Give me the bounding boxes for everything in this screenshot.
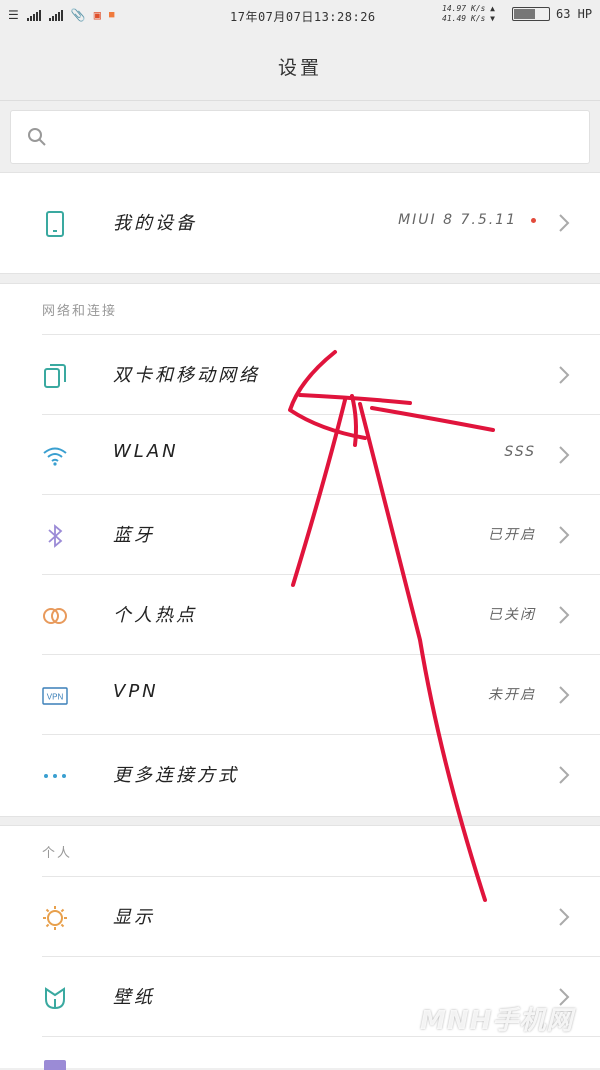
notification-menu-icon: ☰ [8,8,19,22]
status-bar: ☰ 📎 ▣ ■ 17年07月07日13:28:26 14.97 K/s ▲ 41… [0,0,600,32]
chevron-right-icon [559,908,570,926]
row-label: VPN [113,681,159,702]
watermark-logo: MNH手机网 [420,1006,574,1036]
row-value: 已开启 [488,527,536,543]
section-title-network: 网络和连接 [42,304,118,319]
row-vpn[interactable]: VPN VPN 未开启 [0,655,600,735]
row-label: 蓝牙 [113,525,155,546]
wallpaper-tulip-icon [45,987,65,1010]
speed-up: 14.97 K/s [442,4,486,13]
wifi-icon [43,447,67,466]
app-notification-icon: ▣ [93,8,101,22]
row-value: 未开启 [488,687,536,703]
speed-down: 41.49 K/s [442,14,486,23]
row-hotspot[interactable]: 个人热点 已关闭 [0,575,600,655]
mi-notification-icon: ■ [108,10,115,20]
paperclip-icon: 📎 [70,8,86,22]
section-title-personal: 个人 [42,846,73,861]
network-section: 网络和连接 双卡和移动网络 WLAN SSS 蓝牙 已开启 个人热点 已关闭 V… [0,283,600,817]
row-label: 壁纸 [113,987,155,1008]
vpn-icon: VPN [42,687,68,705]
network-speed: 14.97 K/s ▲ 41.49 K/s ▼ [442,4,495,23]
sim-cards-icon [44,364,66,388]
phone-icon [46,211,64,237]
partial-row-icon [44,1060,66,1070]
bluetooth-icon [48,524,63,548]
signal-icon-sim1 [26,9,41,21]
row-wlan[interactable]: WLAN SSS [0,415,600,495]
signal-icon-sim2 [48,9,63,21]
svg-text:VPN: VPN [47,693,64,702]
search-box[interactable] [10,110,590,164]
row-value: 已关闭 [488,607,536,623]
battery-icon [512,7,550,21]
search-icon [28,128,46,146]
row-bluetooth[interactable]: 蓝牙 已开启 [0,495,600,575]
row-more-connections[interactable]: 更多连接方式 [0,735,600,815]
chevron-right-icon [559,526,570,544]
display-sun-icon [43,906,67,930]
miui-version: MIUI 8 7.5.11 [398,212,536,228]
chevron-right-icon [559,766,570,784]
row-label: 更多连接方式 [113,765,239,786]
row-dual-sim[interactable]: 双卡和移动网络 [0,335,600,415]
row-value: SSS [504,444,536,460]
page-title: 设置 [0,32,600,101]
my-device-row[interactable]: 我的设备 MIUI 8 7.5.11 [0,183,600,263]
my-device-card: 我的设备 MIUI 8 7.5.11 [0,172,600,274]
chevron-right-icon [559,606,570,624]
row-label: 显示 [113,907,155,928]
status-datetime: 17年07月07日13:28:26 [230,10,376,24]
hotspot-icon [43,608,67,624]
more-dots-icon [44,774,66,778]
update-dot-icon [531,217,536,223]
chevron-right-icon [559,446,570,464]
chevron-right-icon [559,214,570,232]
row-label: WLAN [113,441,179,462]
search-input[interactable] [61,121,575,153]
chevron-right-icon [559,686,570,704]
row-label: 个人热点 [113,605,197,626]
chevron-right-icon [559,366,570,384]
status-icons-left: ☰ 📎 ▣ ■ [8,8,114,22]
row-display[interactable]: 显示 [0,877,600,957]
battery-text: 63 HP [556,7,593,21]
battery-area: 63 HP [512,7,592,21]
row-label: 双卡和移动网络 [113,365,260,386]
my-device-label: 我的设备 [113,213,197,234]
